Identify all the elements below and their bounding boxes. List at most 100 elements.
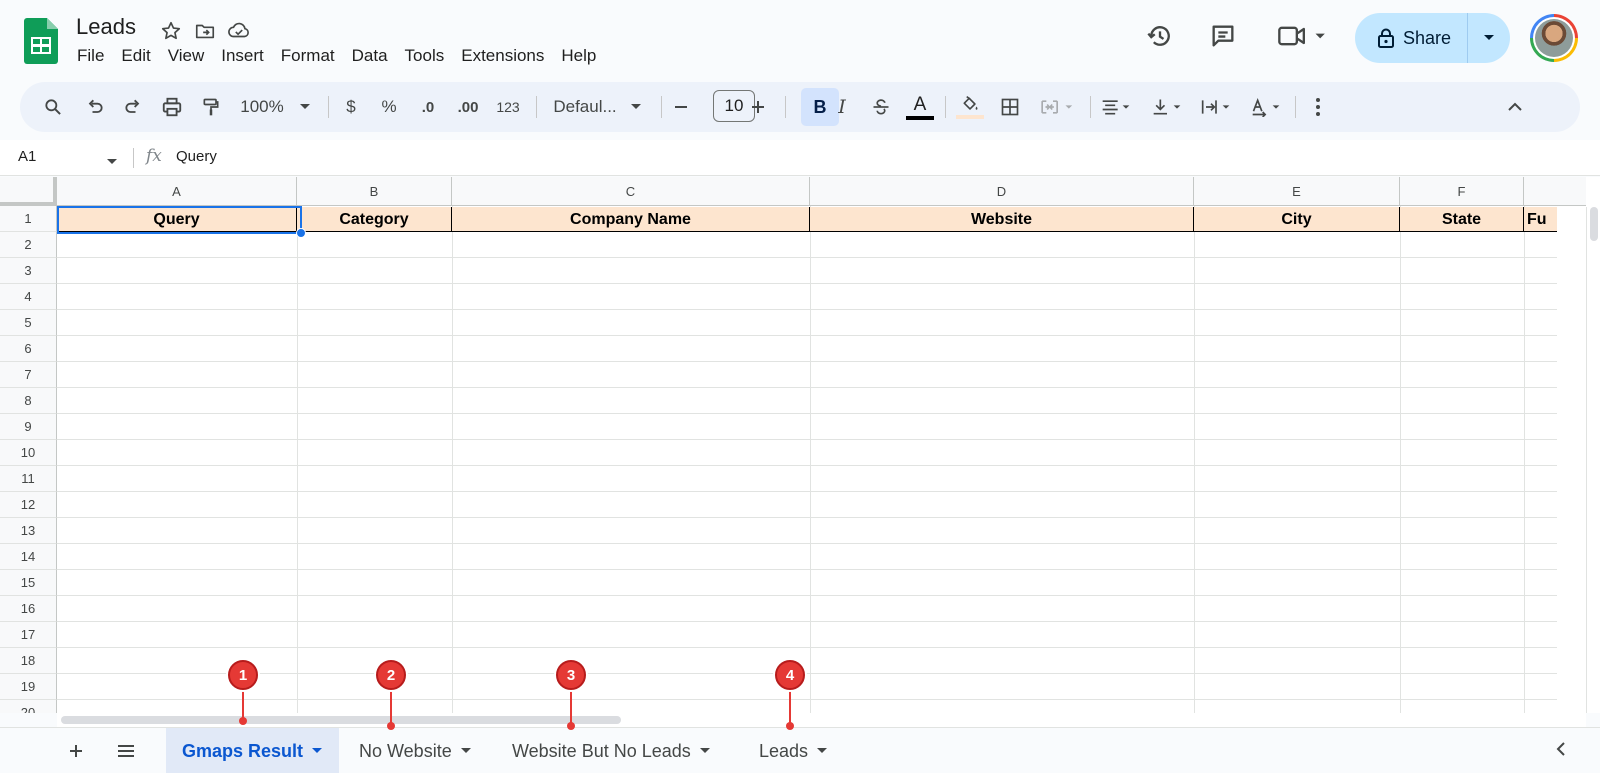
table-row[interactable]	[57, 648, 1557, 674]
table-row[interactable]	[57, 492, 1557, 518]
version-history-icon[interactable]	[1144, 20, 1176, 52]
increase-decimal-button[interactable]: .00	[451, 82, 485, 132]
move-to-folder-icon[interactable]	[192, 18, 218, 44]
sheet-tab-dropdown-icon[interactable]	[816, 747, 828, 755]
text-rotation-icon[interactable]	[1245, 82, 1287, 132]
column-header-c[interactable]: C	[452, 177, 810, 206]
row-header-9[interactable]: 9	[0, 414, 57, 440]
row-header-10[interactable]: 10	[0, 440, 57, 466]
column-header-e[interactable]: E	[1194, 177, 1400, 206]
vertical-align-icon[interactable]	[1146, 82, 1188, 132]
sheet-tab-gmaps-result[interactable]: Gmaps Result	[166, 728, 340, 773]
menu-file[interactable]: File	[77, 46, 104, 66]
table-row[interactable]	[57, 544, 1557, 570]
menu-tools[interactable]: Tools	[405, 46, 445, 66]
fill-handle[interactable]	[296, 228, 306, 238]
account-avatar[interactable]	[1530, 14, 1578, 62]
zoom-value[interactable]: 100%	[237, 82, 287, 132]
table-row[interactable]	[57, 466, 1557, 492]
menu-data[interactable]: Data	[352, 46, 388, 66]
comments-icon[interactable]	[1207, 20, 1239, 52]
menu-edit[interactable]: Edit	[121, 46, 150, 66]
fill-color-icon[interactable]	[954, 82, 986, 132]
meet-camera-icon[interactable]	[1275, 20, 1335, 52]
horizontal-scrollbar[interactable]	[57, 713, 1586, 727]
currency-format-button[interactable]: $	[338, 82, 364, 132]
table-row[interactable]	[57, 284, 1557, 310]
formula-input[interactable]: Query	[176, 148, 217, 165]
column-header-b[interactable]: B	[297, 177, 452, 206]
search-menus-icon[interactable]	[38, 82, 68, 132]
row-header-20[interactable]: 20	[0, 700, 57, 713]
spreadsheet-grid[interactable]: A B C D E F 1 2 3 4 5 6 7 8 9 10 11 12 1…	[0, 177, 1600, 713]
vertical-scroll-thumb[interactable]	[1590, 207, 1598, 241]
row-header-11[interactable]: 11	[0, 466, 57, 492]
header-cell-query[interactable]: Query	[57, 207, 297, 232]
font-family-select[interactable]: Defaul...	[550, 82, 620, 132]
text-color-button[interactable]: A	[904, 82, 936, 132]
table-row[interactable]	[57, 622, 1557, 648]
row-header-13[interactable]: 13	[0, 518, 57, 544]
sheets-logo-icon[interactable]	[24, 18, 58, 64]
table-row[interactable]	[57, 570, 1557, 596]
table-row[interactable]	[57, 518, 1557, 544]
sheet-tab-dropdown-icon[interactable]	[311, 747, 323, 755]
header-cell-state[interactable]: State	[1400, 207, 1524, 232]
column-header-f[interactable]: F	[1400, 177, 1524, 206]
row-header-12[interactable]: 12	[0, 492, 57, 518]
sheet-tab-dropdown-icon[interactable]	[699, 747, 711, 755]
header-cell-company-name[interactable]: Company Name	[452, 207, 810, 232]
increase-font-size-icon[interactable]	[745, 82, 771, 132]
header-cell-category[interactable]: Category	[297, 207, 452, 232]
sheet-tab-website-but-no-leads[interactable]: Website But No Leads	[496, 728, 727, 773]
row-header-14[interactable]: 14	[0, 544, 57, 570]
table-row[interactable]	[57, 388, 1557, 414]
table-row[interactable]	[57, 414, 1557, 440]
row-header-2[interactable]: 2	[0, 232, 57, 258]
column-header-d[interactable]: D	[810, 177, 1194, 206]
decrease-font-size-icon[interactable]	[668, 82, 694, 132]
star-icon[interactable]	[158, 18, 184, 44]
collapse-tabs-icon[interactable]	[1555, 740, 1567, 763]
row-header-6[interactable]: 6	[0, 336, 57, 362]
undo-icon[interactable]	[80, 82, 110, 132]
column-header-a[interactable]: A	[57, 177, 297, 206]
cloud-saved-icon[interactable]	[226, 18, 252, 44]
header-cell-partial[interactable]: Fu	[1524, 207, 1586, 232]
horizontal-align-icon[interactable]	[1095, 82, 1137, 132]
number-format-button[interactable]: 123	[492, 82, 524, 132]
column-header-g[interactable]	[1524, 177, 1586, 206]
menu-extensions[interactable]: Extensions	[461, 46, 544, 66]
select-all-corner[interactable]	[0, 177, 57, 206]
sheet-tab-no-website[interactable]: No Website	[343, 728, 488, 773]
table-row[interactable]	[57, 232, 1557, 258]
collapse-menus-icon[interactable]	[1500, 82, 1530, 132]
italic-button[interactable]: I	[827, 82, 857, 132]
header-cell-city[interactable]: City	[1194, 207, 1400, 232]
row-header-15[interactable]: 15	[0, 570, 57, 596]
menu-format[interactable]: Format	[281, 46, 335, 66]
sheet-tab-leads[interactable]: Leads	[743, 728, 844, 773]
percent-format-button[interactable]: %	[376, 82, 402, 132]
row-header-18[interactable]: 18	[0, 648, 57, 674]
row-header-8[interactable]: 8	[0, 388, 57, 414]
decrease-decimal-button[interactable]: .0	[413, 82, 443, 132]
row-header-7[interactable]: 7	[0, 362, 57, 388]
row-header-19[interactable]: 19	[0, 674, 57, 700]
row-header-5[interactable]: 5	[0, 310, 57, 336]
document-title[interactable]: Leads	[76, 14, 136, 40]
paint-format-icon[interactable]	[196, 82, 226, 132]
header-cell-website[interactable]: Website	[810, 207, 1194, 232]
redo-icon[interactable]	[118, 82, 148, 132]
zoom-dropdown-icon[interactable]	[295, 82, 315, 132]
table-row[interactable]	[57, 310, 1557, 336]
table-row[interactable]	[57, 336, 1557, 362]
menu-help[interactable]: Help	[561, 46, 596, 66]
share-dropdown-icon[interactable]	[1468, 34, 1510, 42]
row-header-4[interactable]: 4	[0, 284, 57, 310]
font-dropdown-icon[interactable]	[628, 82, 644, 132]
all-sheets-icon[interactable]	[112, 737, 140, 765]
text-wrapping-icon[interactable]	[1195, 82, 1237, 132]
table-row[interactable]	[57, 596, 1557, 622]
menu-view[interactable]: View	[168, 46, 205, 66]
